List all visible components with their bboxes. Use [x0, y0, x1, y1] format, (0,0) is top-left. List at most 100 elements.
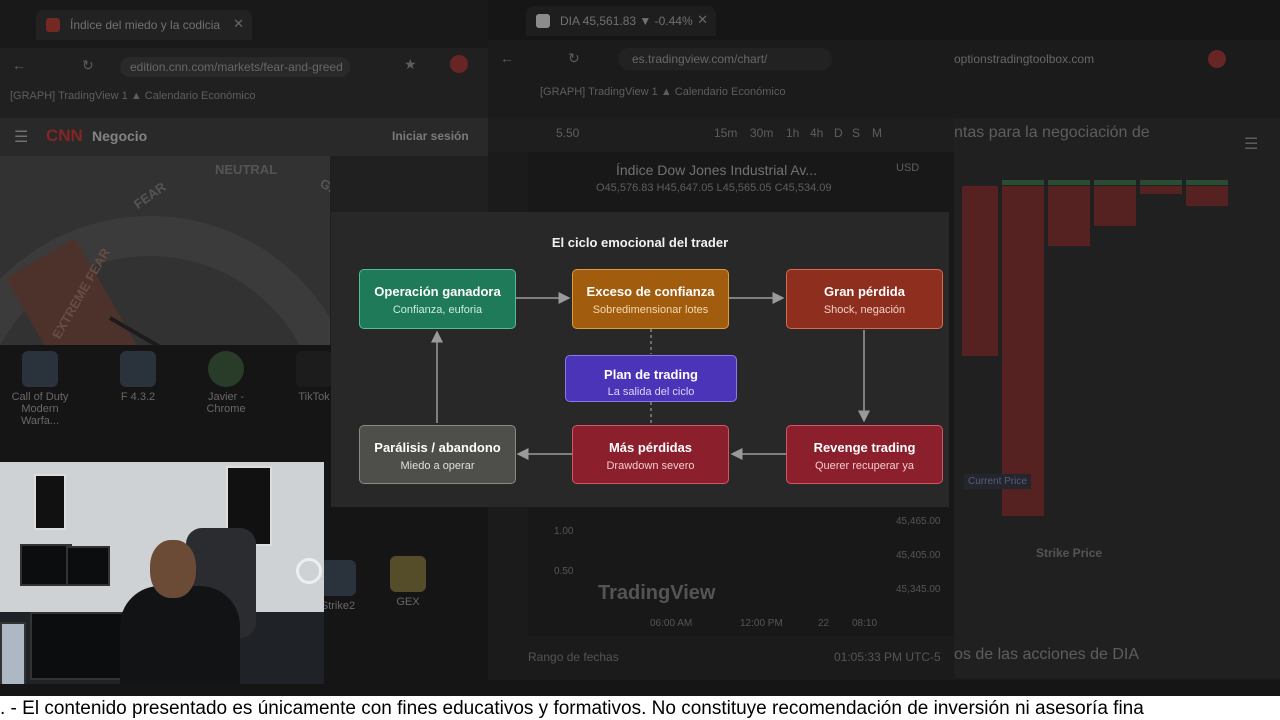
left-axis-label: 1.00 — [554, 526, 574, 537]
time-axis-label: 12:00 PM — [740, 618, 783, 629]
left-bookmarks-bar[interactable]: [GRAPH] TradingView 1 ▲ Calendario Econó… — [10, 90, 255, 102]
interval-1h[interactable]: 1h — [786, 126, 799, 140]
gex-bar-cap — [1048, 180, 1090, 185]
desktop-icon-label: TikTok — [298, 391, 330, 403]
login-link[interactable]: Iniciar sesión — [392, 129, 469, 143]
time-axis-label: 06:00 AM — [650, 618, 693, 629]
right-bookmarks-bar[interactable]: [GRAPH] TradingView 1 ▲ Calendario Econó… — [540, 86, 785, 98]
reload-icon[interactable]: ↻ — [82, 57, 94, 74]
person-head — [150, 540, 196, 598]
gex-bar-cap — [1140, 180, 1182, 185]
profile-avatar[interactable] — [450, 55, 468, 73]
ring-light — [296, 558, 322, 584]
disclaimer-text: . - El contenido presentado es únicament… — [0, 698, 1144, 719]
back-arrow-icon[interactable]: ← — [500, 50, 514, 66]
cnn-logo[interactable]: CNN — [46, 126, 83, 146]
gex-bar-cap — [1094, 180, 1136, 185]
right-browser-tab[interactable]: DIA 45,561.83 ▼ -0.44% ✕ — [526, 6, 716, 36]
left-browser-tab[interactable]: Índice del miedo y la codicia ✕ — [36, 10, 252, 40]
gex-bar — [1002, 186, 1044, 516]
close-tab-icon[interactable]: ✕ — [697, 12, 708, 28]
right-url-field[interactable]: es.tradingview.com/chart/ — [618, 48, 832, 70]
second-url-field[interactable]: optionstradingtoolbox.com — [954, 48, 1154, 70]
tiktok-icon — [296, 351, 332, 387]
time-axis-label: 08:10 — [852, 618, 878, 629]
reload-icon[interactable]: ↻ — [568, 50, 580, 67]
gex-bar — [962, 186, 998, 356]
profile-avatar[interactable] — [1208, 50, 1226, 68]
node-title: Plan de trading — [604, 367, 698, 382]
node-operacion-ganadora: Operación ganadora Confianza, euforia — [359, 269, 516, 329]
date-range-label[interactable]: Rango de fechas — [528, 650, 619, 664]
gex-bar — [1140, 186, 1182, 194]
cnn-favicon-icon — [46, 18, 60, 32]
interval-15m[interactable]: 15m — [714, 126, 737, 140]
current-price-tag: Current Price — [964, 474, 1031, 489]
monitor — [30, 612, 130, 680]
chrome-icon — [208, 351, 244, 387]
left-axis-top-value: 5.50 — [556, 126, 580, 140]
options-panel-heading: ntas para la negociación de — [954, 124, 1150, 141]
desktop-icon-label: GEX — [396, 596, 420, 608]
left-tab-title: Índice del miedo y la codicia — [70, 18, 221, 32]
desktop-icon-cod[interactable]: Call of Duty Modern Warfa... — [10, 351, 70, 427]
node-title: Exceso de confianza — [586, 284, 715, 299]
gauge-label-fear: FEAR — [130, 179, 169, 212]
back-arrow-icon[interactable]: ← — [12, 57, 26, 73]
monitor — [20, 544, 72, 586]
fear-greed-gauge: FEAR NEUTRAL GREED EXTREME FEAR — [0, 156, 330, 345]
options-panel: ntas para la negociación de ☰ Current Pr… — [954, 118, 1280, 678]
close-tab-icon[interactable]: ✕ — [233, 16, 244, 32]
gauge-label-neutral: NEUTRAL — [215, 162, 278, 177]
right-tab-bar: DIA 45,561.83 ▼ -0.44% ✕ — [488, 0, 1280, 40]
game-icon — [22, 351, 58, 387]
left-url-field[interactable]: edition.cnn.com/markets/fear-and-greed — [120, 57, 350, 77]
hamburger-menu-icon[interactable]: ☰ — [14, 127, 28, 147]
app-icon — [120, 351, 156, 387]
right-tab-title: DIA 45,561.83 ▼ -0.44% — [560, 14, 693, 28]
wall-poster — [34, 474, 66, 530]
gex-bar-cap — [1002, 180, 1044, 185]
interval-30m[interactable]: 30m — [750, 126, 773, 140]
desktop-icon-gex[interactable]: GEX — [378, 556, 438, 608]
node-title: Gran pérdida — [824, 284, 905, 299]
disclaimer-ticker: . - El contenido presentado es únicament… — [0, 696, 1280, 720]
gex-bar-cap — [1186, 180, 1228, 185]
left-address-bar: ← ↻ edition.cnn.com/markets/fear-and-gre… — [10, 52, 480, 82]
interval-s[interactable]: S — [852, 126, 860, 140]
node-subtitle: Shock, negación — [823, 304, 906, 316]
node-gran-perdida: Gran pérdida Shock, negación — [786, 269, 943, 329]
price-axis-label: 45,405.00 — [896, 550, 941, 561]
time-axis-label: 22 — [818, 618, 830, 629]
node-mas-perdidas: Más pérdidas Drawdown severo — [572, 425, 729, 484]
node-subtitle: La salida del ciclo — [607, 386, 695, 398]
cnn-header: ☰ CNN Negocio Iniciar sesión — [0, 118, 490, 156]
price-axis-label: 45,465.00 — [896, 516, 941, 527]
monitor — [66, 546, 110, 586]
ohlc-values: O45,576.83 H45,647.05 L45,565.05 C45,534… — [596, 182, 832, 194]
tradingview-logo: TradingView — [598, 582, 716, 604]
node-subtitle: Sobredimensionar lotes — [592, 304, 709, 316]
desktop-icon-label: Javier - Chrome — [206, 391, 246, 415]
star-icon[interactable]: ★ — [404, 56, 417, 73]
strike-price-label: Strike Price — [1036, 546, 1103, 560]
node-subtitle: Querer recuperar ya — [814, 460, 915, 472]
node-title: Operación ganadora — [374, 284, 501, 299]
interval-4h[interactable]: 4h — [810, 126, 823, 140]
node-subtitle: Miedo a operar — [400, 460, 475, 472]
interval-m[interactable]: M — [872, 126, 882, 140]
desktop-icon-label: Call of Duty Modern Warfa... — [11, 391, 69, 427]
node-title: Parálisis / abandono — [374, 440, 501, 455]
desktop-icon-f432[interactable]: F 4.3.2 — [108, 351, 168, 403]
monitor-screen — [0, 622, 26, 684]
menu-icon[interactable]: ☰ — [1244, 134, 1258, 154]
node-title: Revenge trading — [813, 440, 916, 455]
left-axis-label: 0.50 — [554, 566, 574, 577]
node-subtitle: Drawdown severo — [606, 460, 695, 472]
desktop-icon-chrome[interactable]: Javier - Chrome — [196, 351, 256, 415]
tradingview-favicon-icon — [536, 14, 550, 28]
node-revenge-trading: Revenge trading Querer recuperar ya — [786, 425, 943, 484]
node-title: Más pérdidas — [608, 440, 693, 455]
interval-d[interactable]: D — [834, 126, 843, 140]
gex-bar — [1048, 186, 1090, 246]
